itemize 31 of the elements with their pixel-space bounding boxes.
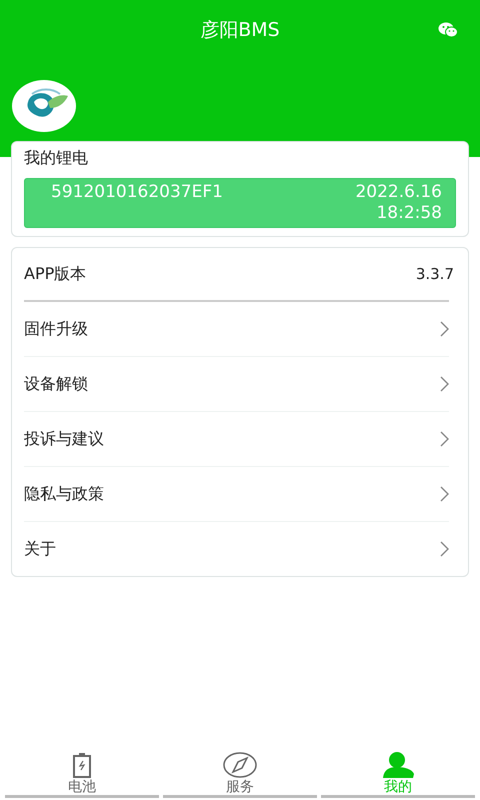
logo-icon	[12, 80, 76, 132]
menu-label: APP版本	[24, 264, 86, 284]
tab-label: 电池	[68, 779, 96, 795]
tab-label: 我的	[384, 779, 412, 795]
device-date: 2022.6.16	[355, 182, 442, 203]
chevron-right-icon	[440, 431, 449, 447]
app-title: 彦阳BMS	[200, 18, 280, 43]
menu-label: 设备解锁	[24, 374, 88, 394]
nav-tab[interactable]: 服务	[163, 746, 317, 798]
menu-item[interactable]: 设备解锁	[24, 357, 449, 412]
person-icon	[382, 752, 414, 778]
menu-label: 关于	[24, 538, 56, 560]
menu-label: 固件升级	[24, 318, 88, 340]
menu-item[interactable]: 关于	[24, 522, 449, 576]
battery-icon	[72, 752, 92, 778]
chevron-right-icon	[440, 486, 449, 502]
version-value: 3.3.7	[416, 265, 454, 283]
chat-bubbles-icon[interactable]	[438, 22, 458, 38]
chevron-right-icon	[440, 541, 449, 557]
nav-tab[interactable]: 电池	[5, 746, 159, 798]
menu-label: 隐私与政策	[24, 484, 104, 504]
chevron-right-icon	[440, 321, 449, 337]
tab-label: 服务	[226, 779, 254, 795]
chevron-right-icon	[440, 376, 449, 392]
device-id: 5912010162037EF1	[51, 182, 223, 204]
device-time: 18:2:58	[376, 203, 442, 224]
menu-label: 投诉与建议	[24, 428, 104, 450]
menu-item[interactable]: 隐私与政策	[24, 467, 449, 522]
card-title: 我的锂电	[24, 148, 89, 169]
compass-icon	[223, 752, 257, 778]
menu-item[interactable]: 投诉与建议	[24, 412, 449, 467]
